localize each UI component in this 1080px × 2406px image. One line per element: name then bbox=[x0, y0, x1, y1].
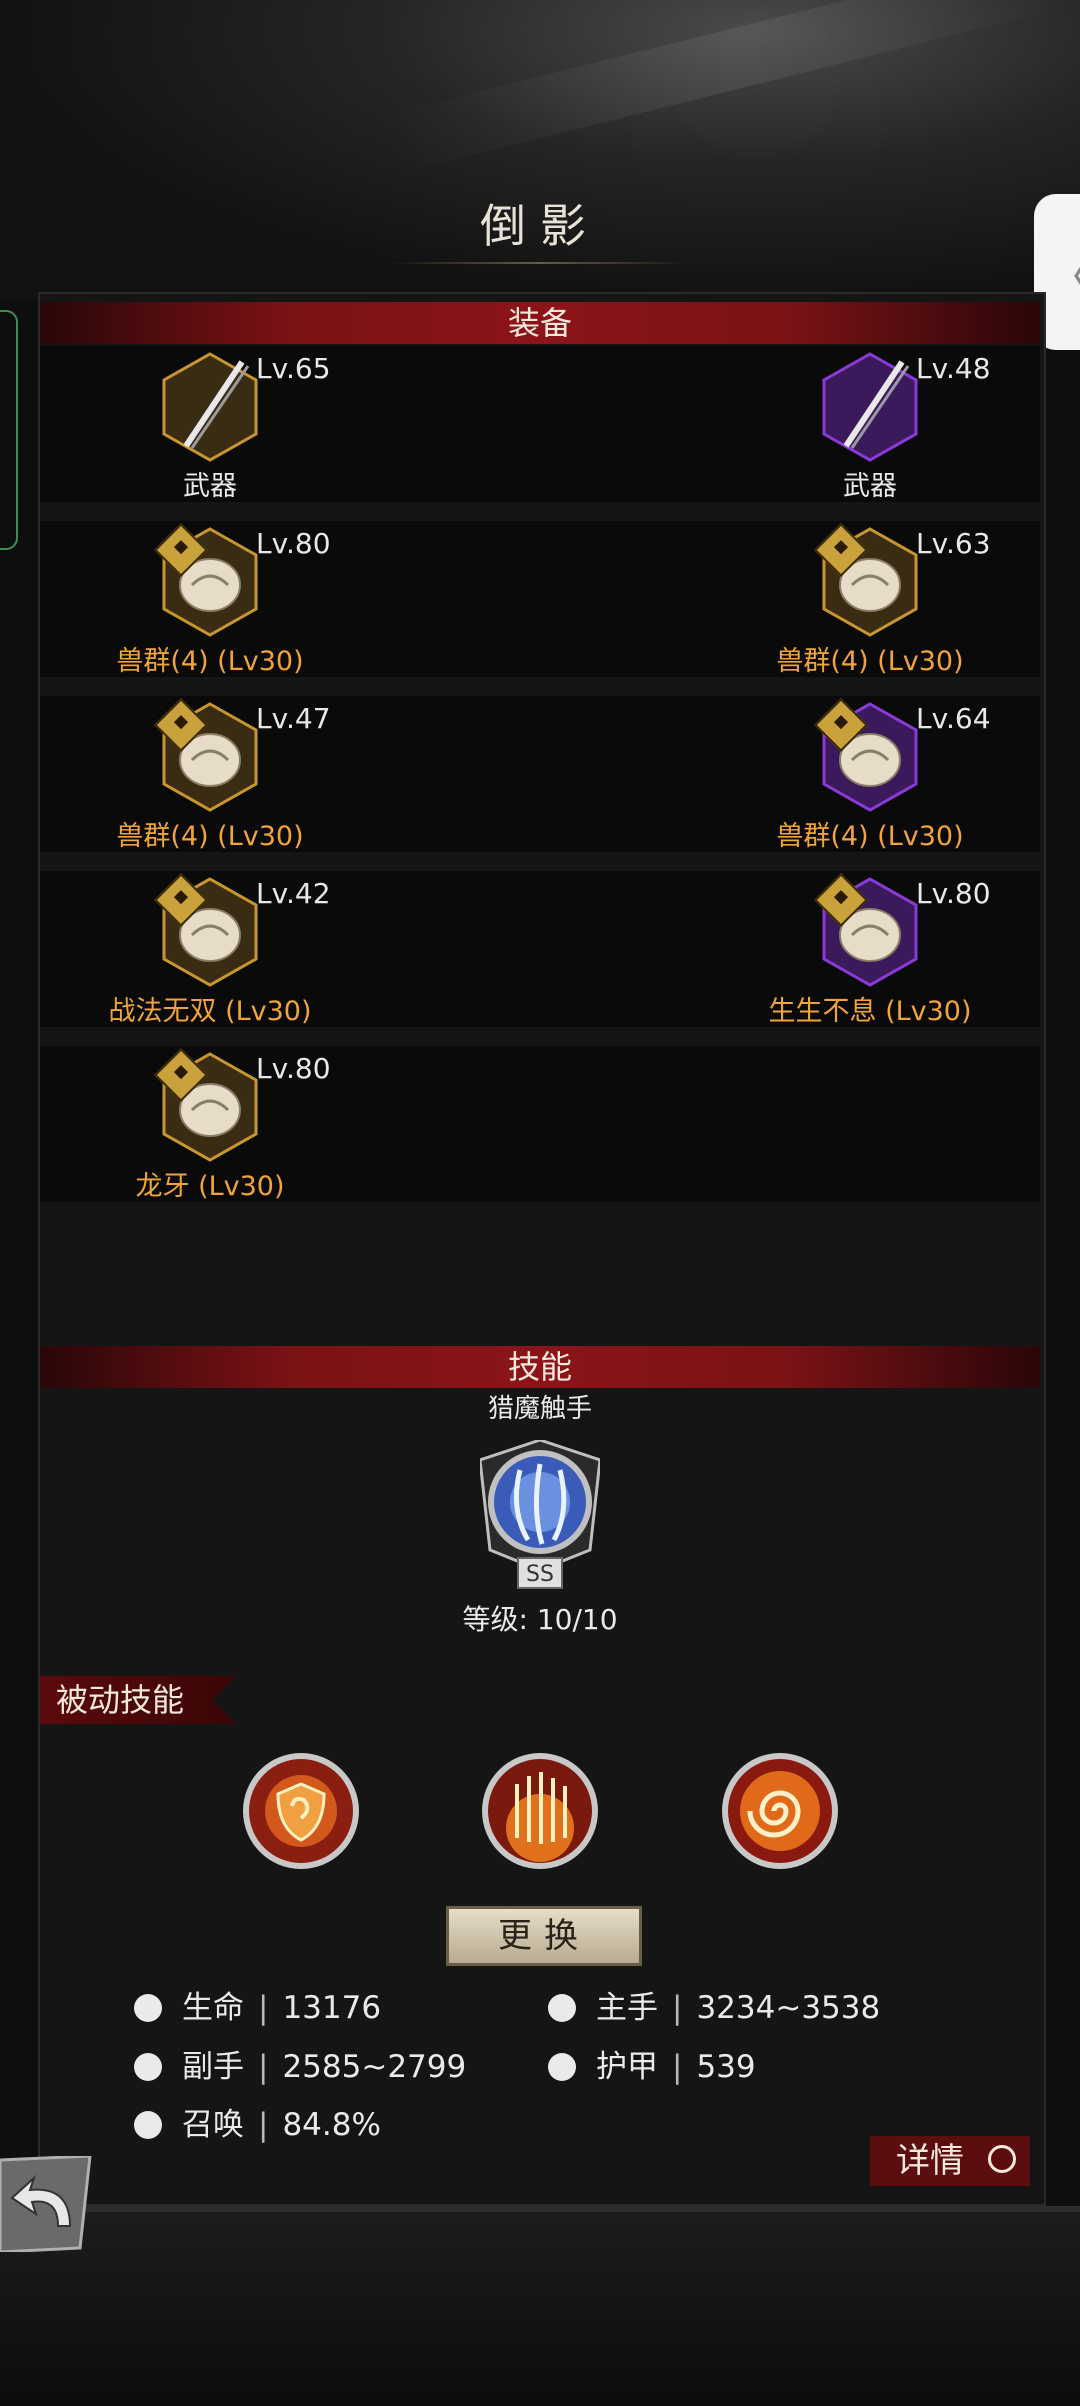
equipment-name: 龙牙 (Lv30) bbox=[135, 1171, 285, 1202]
chevron-left-icon: 〈 bbox=[1046, 238, 1080, 308]
equipment-name: 战法无双 (Lv30) bbox=[108, 996, 312, 1027]
equipment-name: 武器 bbox=[843, 471, 897, 502]
equipment-level: Lv.64 bbox=[916, 702, 991, 735]
sword-icon bbox=[162, 352, 258, 462]
stat-summon: 召唤 | 84.8% bbox=[134, 2105, 381, 2145]
equipment-slot[interactable]: Lv.63 兽群(4) (Lv30) bbox=[720, 523, 1020, 697]
equipment-level: Lv.80 bbox=[916, 877, 991, 910]
armor-icon bbox=[548, 2053, 576, 2081]
equipment-name: 兽群(4) (Lv30) bbox=[116, 821, 304, 852]
side-tab-left[interactable] bbox=[0, 310, 18, 550]
equipment-name: 兽群(4) (Lv30) bbox=[116, 646, 304, 677]
details-button[interactable]: 详情 bbox=[870, 2136, 1030, 2186]
sword-icon bbox=[822, 352, 918, 462]
bottom-bar bbox=[0, 2206, 1080, 2406]
dagger-icon bbox=[134, 2053, 162, 2081]
change-button[interactable]: 更换 bbox=[446, 1906, 642, 1966]
equipment-slot[interactable]: Lv.47 兽群(4) (Lv30) bbox=[60, 698, 360, 872]
equipment-name: 兽群(4) (Lv30) bbox=[776, 646, 964, 677]
blade-rain-icon[interactable] bbox=[477, 1748, 603, 1874]
back-button[interactable] bbox=[0, 2156, 94, 2252]
heart-icon bbox=[134, 1994, 162, 2022]
stat-armor: 护甲 | 539 bbox=[548, 2047, 756, 2087]
magnifier-icon bbox=[988, 2145, 1016, 2173]
active-skill-name: 猎魔触手 bbox=[487, 1394, 592, 1424]
equipment-name: 生生不息 (Lv30) bbox=[768, 996, 972, 1027]
tentacle-skill-icon[interactable]: SS bbox=[480, 1440, 600, 1590]
passive-skills-label: 被动技能 bbox=[40, 1676, 236, 1724]
skull-icon bbox=[134, 2111, 162, 2139]
equipment-name: 武器 bbox=[183, 471, 237, 502]
equipment-level: Lv.47 bbox=[256, 702, 331, 735]
equipment-slot[interactable]: Lv.65 武器 bbox=[60, 352, 360, 522]
equipment-level: Lv.80 bbox=[256, 527, 331, 560]
skill-level: 等级: 10/10 bbox=[462, 1603, 618, 1636]
page-title: 倒影 bbox=[480, 199, 600, 253]
section-equipment: 装备 bbox=[40, 302, 1040, 344]
details-label: 详情 bbox=[896, 2141, 964, 2181]
equipment-slot[interactable]: Lv.80 生生不息 (Lv30) bbox=[720, 873, 1020, 1047]
shield-swirl-icon[interactable] bbox=[238, 1748, 364, 1874]
equipment-slot[interactable]: Lv.64 兽群(4) (Lv30) bbox=[720, 698, 1020, 872]
equipment-slot[interactable]: Lv.42 战法无双 (Lv30) bbox=[60, 873, 360, 1047]
stat-life: 生命 | 13176 bbox=[134, 1988, 381, 2028]
stat-off-hand: 副手 | 2585~2799 bbox=[134, 2047, 466, 2087]
equipment-level: Lv.48 bbox=[916, 352, 991, 385]
stat-main-hand: 主手 | 3234~3538 bbox=[548, 1988, 880, 2028]
skill-grade: SS bbox=[526, 1562, 554, 1587]
sword-icon bbox=[548, 1994, 576, 2022]
equipment-level: Lv.63 bbox=[916, 527, 991, 560]
equipment-slot[interactable]: Lv.48 武器 bbox=[720, 352, 1020, 522]
equipment-slot[interactable]: Lv.80 兽群(4) (Lv30) bbox=[60, 523, 360, 697]
equipment-level: Lv.65 bbox=[256, 352, 331, 385]
section-skills: 技能 bbox=[40, 1346, 1040, 1388]
equipment-name: 兽群(4) (Lv30) bbox=[776, 821, 964, 852]
vortex-icon[interactable] bbox=[717, 1748, 843, 1874]
title-divider bbox=[390, 262, 690, 264]
equipment-level: Lv.80 bbox=[256, 1052, 331, 1085]
equipment-level: Lv.42 bbox=[256, 877, 331, 910]
equipment-slot[interactable]: Lv.80 龙牙 (Lv30) bbox=[60, 1048, 360, 1222]
